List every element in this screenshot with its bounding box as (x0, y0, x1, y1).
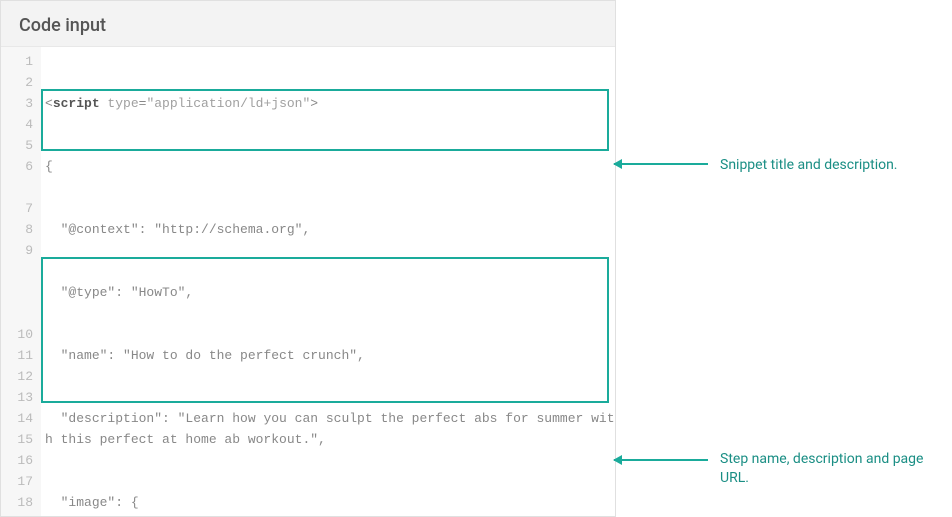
code-line: "@type": "HowTo", (45, 282, 615, 303)
line-number: 18 (1, 492, 33, 516)
line-number: 14 (1, 408, 33, 429)
line-number: 3 (1, 93, 33, 114)
line-number: 5 (1, 135, 33, 156)
line-number: 8 (1, 219, 33, 240)
line-number: 16 (1, 450, 33, 471)
code-line: <script type="application/ld+json"> (45, 93, 615, 114)
arrow-icon (614, 163, 708, 165)
annotation-title-desc: Snippet title and description. (720, 156, 940, 175)
code-content[interactable]: <script type="application/ld+json"> { "@… (41, 47, 615, 516)
code-line: "@context": "http://schema.org", (45, 219, 615, 240)
annotation-step: Step name, description and page URL. (720, 450, 940, 488)
arrow-icon (614, 459, 708, 461)
line-number: 9 (1, 240, 33, 324)
line-number: 10 (1, 324, 33, 345)
code-line: "description": "Learn how you can sculpt… (45, 408, 615, 450)
line-number: 13 (1, 387, 33, 408)
line-number: 1 (1, 51, 33, 72)
line-number: 15 (1, 429, 33, 450)
line-number: 4 (1, 114, 33, 135)
code-input-panel: Code input 1 2 3 4 5 6 7 8 9 10 11 12 13… (0, 0, 616, 517)
line-number: 17 (1, 471, 33, 492)
panel-title: Code input (1, 1, 615, 47)
line-number: 2 (1, 72, 33, 93)
line-gutter: 1 2 3 4 5 6 7 8 9 10 11 12 13 14 15 16 1… (1, 47, 41, 516)
line-number: 12 (1, 366, 33, 387)
code-editor[interactable]: 1 2 3 4 5 6 7 8 9 10 11 12 13 14 15 16 1… (1, 47, 615, 516)
code-line: "image": { (45, 492, 615, 513)
code-line: { (45, 156, 615, 177)
code-line: "name": "How to do the perfect crunch", (45, 345, 615, 366)
line-number: 11 (1, 345, 33, 366)
line-number: 6 (1, 156, 33, 198)
line-number: 7 (1, 198, 33, 219)
